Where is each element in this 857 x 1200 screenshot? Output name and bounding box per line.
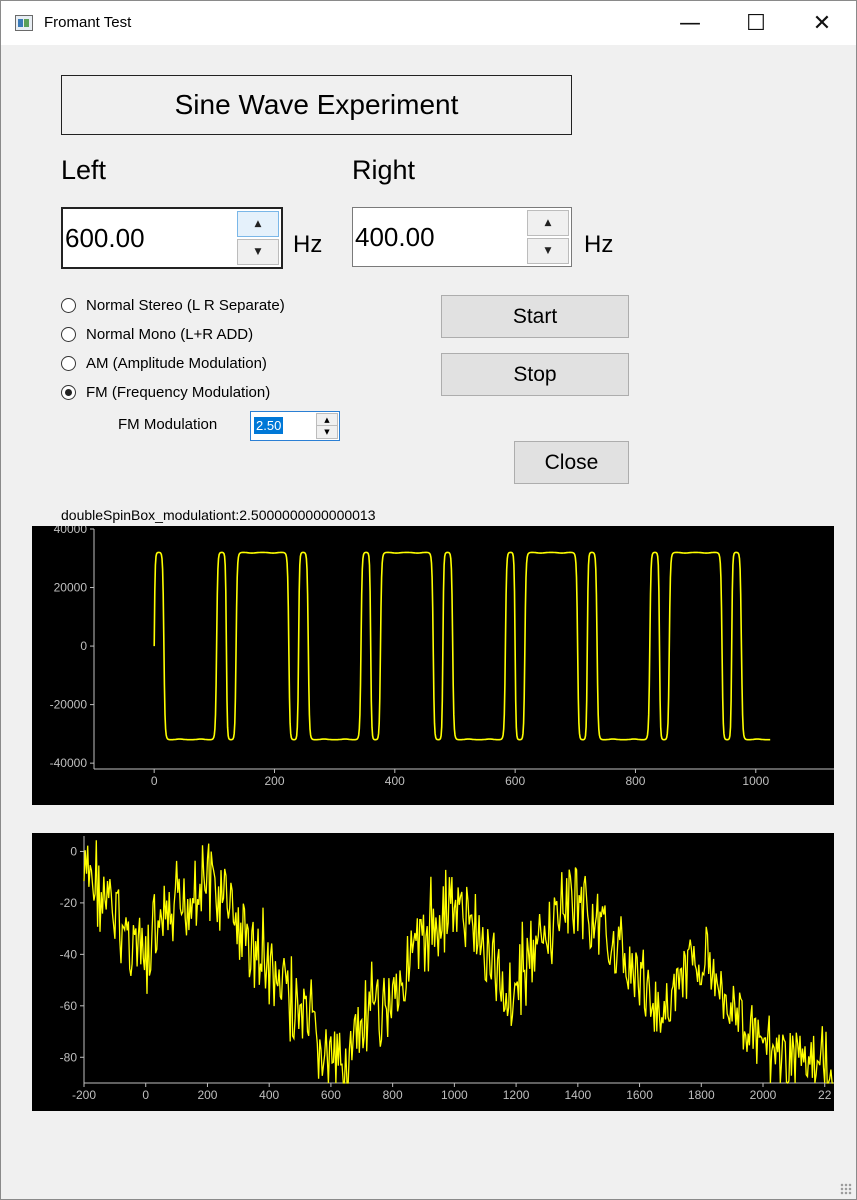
right-frequency-up-button[interactable]: ▲ — [527, 210, 569, 236]
radio-label: AM (Amplitude Modulation) — [86, 354, 267, 372]
radio-label: Normal Mono (L+R ADD) — [86, 325, 254, 343]
spec-x-tick-label: 200 — [197, 1088, 217, 1102]
debug-text: doubleSpinBox_modulationt:2.500000000000… — [61, 507, 376, 523]
spec-y-tick-label: -20 — [60, 896, 78, 910]
spec-x-tick-label: -200 — [72, 1088, 96, 1102]
resize-grip[interactable] — [840, 1183, 852, 1195]
stop-button[interactable]: Stop — [441, 353, 629, 396]
left-frequency-spinbox[interactable]: 600.00 ▲ ▼ — [61, 207, 283, 269]
spec-y-tick-label: -80 — [60, 1050, 78, 1064]
radio-indicator[interactable] — [61, 355, 76, 371]
window-title: Fromant Test — [44, 14, 132, 31]
minimize-button[interactable]: — — [657, 1, 723, 45]
wave-x-tick-label: 400 — [385, 774, 405, 788]
close-window-button[interactable]: ✕ — [789, 1, 855, 45]
fm-modulation-spinbox[interactable]: 2.50 ▲ ▼ — [250, 411, 340, 441]
right-unit-label: Hz — [584, 231, 614, 258]
spec-x-tick-label: 22 — [818, 1088, 832, 1102]
left-frequency-down-button[interactable]: ▼ — [237, 239, 279, 265]
left-frequency-value[interactable]: 600.00 — [65, 223, 145, 254]
spec-x-tick-label: 1000 — [441, 1088, 468, 1102]
maximize-button[interactable]: ☐ — [723, 1, 789, 45]
radio-indicator[interactable] — [61, 297, 76, 313]
radio-fm[interactable]: FM (Frequency Modulation) — [61, 380, 270, 404]
wave-y-tick-label: -40000 — [50, 756, 88, 770]
close-button[interactable]: Close — [514, 441, 629, 484]
radio-label: Normal Stereo (L R Separate) — [86, 296, 285, 314]
spec-x-tick-label: 1400 — [564, 1088, 591, 1102]
wave-y-tick-label: 40000 — [54, 526, 88, 536]
spec-x-tick-label: 600 — [321, 1088, 341, 1102]
app-icon — [15, 15, 33, 31]
radio-am[interactable]: AM (Amplitude Modulation) — [61, 351, 267, 375]
left-label: Left — [61, 155, 107, 185]
spec-y-tick-label: -40 — [60, 947, 78, 961]
spec-y-tick-label: 0 — [70, 844, 77, 858]
spec-x-tick-label: 800 — [383, 1088, 403, 1102]
waveform-chart: 40000 20000 0 -20000 -40000 0 200 400 600 800 1000 — [50, 526, 834, 788]
spectrum-series-line — [83, 840, 834, 1084]
radio-normal-mono[interactable]: Normal Mono (L+R ADD) — [61, 322, 253, 346]
wave-y-tick-label: -20000 — [50, 698, 88, 712]
wave-x-tick-label: 0 — [151, 774, 158, 788]
radio-indicator-checked[interactable] — [61, 384, 76, 400]
right-frequency-down-button[interactable]: ▼ — [527, 238, 569, 264]
wave-y-tick-label: 20000 — [54, 581, 88, 595]
spec-x-tick-label: 1200 — [503, 1088, 530, 1102]
spec-x-tick-label: 1600 — [626, 1088, 653, 1102]
waveform-plot: 40000 20000 0 -20000 -40000 0 200 400 600 800 1000 — [32, 526, 834, 805]
right-frequency-spinbox[interactable]: 400.00 ▲ ▼ — [352, 207, 572, 267]
right-label: Right — [352, 155, 416, 185]
spectrum-chart: 0 -20 -40 -60 -80 -200 0 200 400 600 800 1000 1200 14… — [60, 836, 834, 1102]
wave-y-tick-label: 0 — [80, 639, 87, 653]
waveform-series-line — [153, 551, 771, 741]
client-area: Sine Wave Experiment Left Right 600.00 ▲… — [1, 45, 856, 1199]
right-frequency-value[interactable]: 400.00 — [355, 222, 435, 253]
fm-modulation-value[interactable]: 2.50 — [254, 417, 284, 434]
wave-x-tick-label: 1000 — [742, 774, 769, 788]
fm-modulation-down-button[interactable]: ▼ — [316, 425, 338, 439]
wave-x-tick-label: 600 — [505, 774, 525, 788]
left-frequency-up-button[interactable]: ▲ — [237, 211, 279, 237]
wave-x-tick-label: 200 — [264, 774, 284, 788]
start-button[interactable]: Start — [441, 295, 629, 338]
wave-x-tick-label: 800 — [625, 774, 645, 788]
spec-x-tick-label: 2000 — [750, 1088, 777, 1102]
radio-normal-stereo[interactable]: Normal Stereo (L R Separate) — [61, 293, 285, 317]
spec-x-tick-label: 400 — [259, 1088, 279, 1102]
spec-x-tick-label: 1800 — [688, 1088, 715, 1102]
spec-x-tick-label: 0 — [142, 1088, 149, 1102]
experiment-title: Sine Wave Experiment — [61, 75, 572, 135]
radio-label: FM (Frequency Modulation) — [86, 383, 271, 401]
title-bar: Fromant Test — ☐ ✕ — [1, 1, 856, 45]
spec-y-tick-label: -60 — [60, 999, 78, 1013]
app-window: Fromant Test — ☐ ✕ Sine Wave Experiment … — [0, 0, 857, 1200]
radio-indicator[interactable] — [61, 326, 76, 342]
fm-modulation-label: FM Modulation — [118, 416, 218, 433]
left-unit-label: Hz — [293, 231, 323, 258]
spectrum-plot: 0 -20 -40 -60 -80 -200 0 200 400 600 800 1000 1200 14… — [32, 833, 834, 1111]
